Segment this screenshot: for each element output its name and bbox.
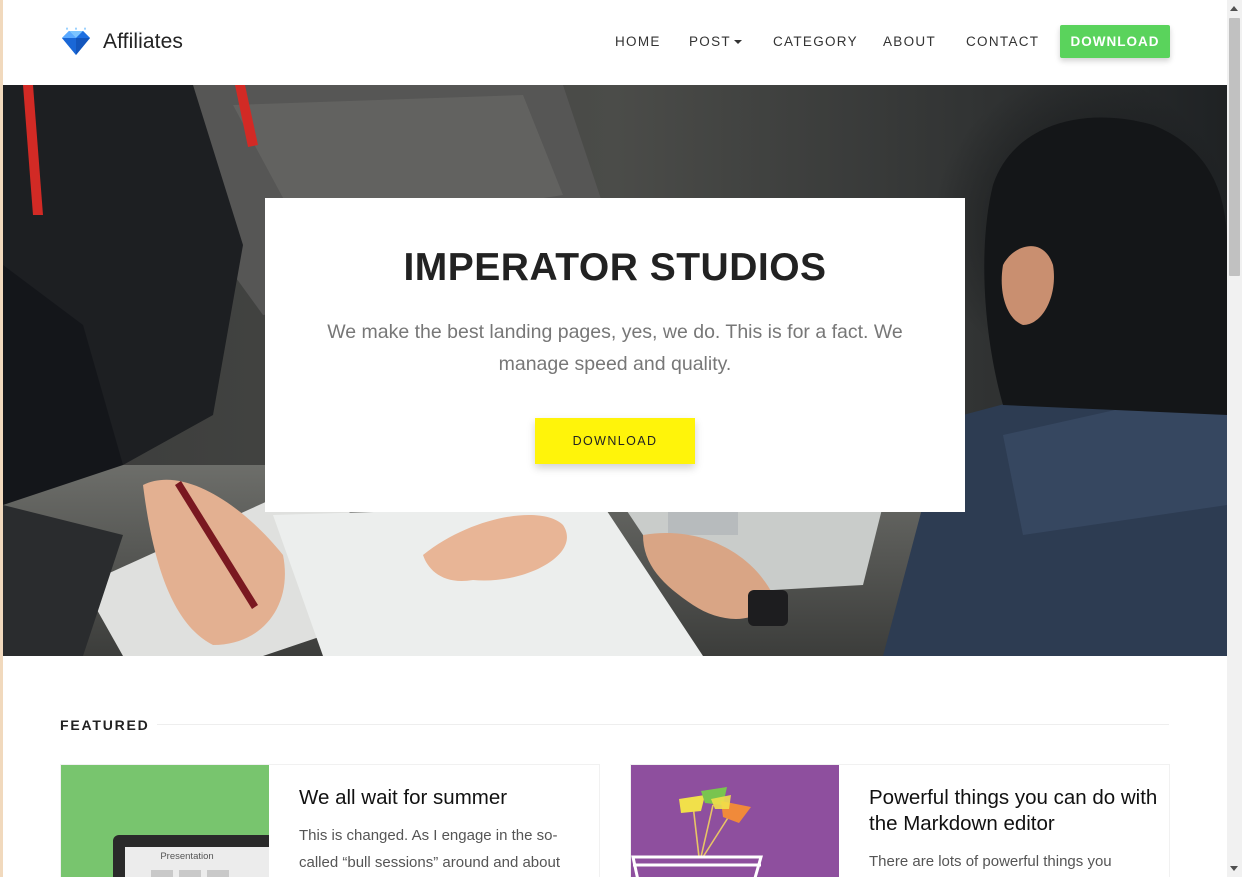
featured-heading: FEATURED [60, 717, 150, 733]
featured-post-card[interactable]: Presentation We all wait for summer This… [60, 764, 600, 877]
nav-home[interactable]: HOME [615, 34, 661, 49]
post-excerpt: There are lots of powerful things you [869, 853, 1112, 870]
scroll-up-arrow-icon[interactable] [1230, 6, 1238, 11]
scrollbar-thumb[interactable] [1229, 18, 1240, 276]
nav-post-label: POST [689, 34, 731, 49]
featured-post-card[interactable]: Powerful things you can do with the Mark… [630, 764, 1170, 877]
post-thumbnail[interactable]: Presentation [61, 765, 269, 877]
chevron-down-icon [733, 40, 742, 45]
nav-post[interactable]: POST [689, 34, 742, 49]
main-nav: HOME POST CATEGORY ABOUT CONTACT DOWNLOA… [3, 0, 1227, 85]
hero-download-button[interactable]: DOWNLOAD [535, 418, 695, 464]
presentation-illustration: Presentation [61, 765, 269, 877]
vertical-scrollbar[interactable] [1227, 0, 1242, 877]
navbar: Affiliates HOME POST CATEGORY ABOUT CONT… [3, 0, 1227, 85]
pinwheel-illustration [631, 765, 839, 877]
post-thumbnail[interactable] [631, 765, 839, 877]
post-excerpt: This is changed. As I engage in the so-c… [299, 827, 560, 871]
hero-title: IMPERATOR STUDIOS [403, 246, 827, 289]
hero-card: IMPERATOR STUDIOS We make the best landi… [265, 198, 965, 512]
nav-download-button[interactable]: DOWNLOAD [1060, 25, 1170, 58]
hero: IMPERATOR STUDIOS We make the best landi… [3, 85, 1227, 656]
featured-divider [157, 724, 1169, 725]
hero-subtitle: We make the best landing pages, yes, we … [327, 321, 903, 375]
nav-category[interactable]: CATEGORY [773, 34, 858, 49]
nav-contact[interactable]: CONTACT [966, 34, 1039, 49]
scroll-down-arrow-icon[interactable] [1230, 866, 1238, 871]
thumb-label: Presentation [160, 851, 213, 862]
post-title[interactable]: Powerful things you can do with the Mark… [869, 785, 1159, 837]
post-title[interactable]: We all wait for summer [299, 785, 589, 811]
nav-about[interactable]: ABOUT [883, 34, 936, 49]
